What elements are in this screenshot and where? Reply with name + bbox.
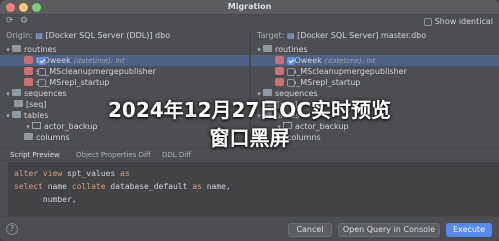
origin-row-signature: (datetime): int bbox=[73, 57, 125, 65]
target-row-label: sp_MSrepl_startup bbox=[287, 78, 361, 87]
target-row-checkbox[interactable] bbox=[287, 79, 295, 87]
code-line: select name collate database_default as … bbox=[14, 182, 231, 191]
cancel-button[interactable]: Cancel bbox=[288, 223, 332, 237]
target-row-label: sp_MScleanupmergepublisher bbox=[287, 67, 407, 76]
origin-tree-row[interactable]: ▾ routines bbox=[0, 44, 249, 55]
target-tree-row[interactable]: ▾ routines bbox=[251, 44, 499, 55]
headline-line-1: 2024年12月27日OC实时预览 bbox=[107, 98, 391, 122]
target-tree-row[interactable]: sp_MSrepl_startup bbox=[251, 77, 499, 88]
target-value[interactable]: [Docker SQL Server] master.dbo bbox=[297, 31, 426, 40]
origin-tree-row[interactable]: ISOweek (datetime): int bbox=[0, 55, 249, 66]
help-icon[interactable]: ? bbox=[6, 223, 18, 235]
origin-row-checkbox[interactable] bbox=[38, 57, 46, 65]
origin-db-icon: ▤ bbox=[35, 31, 43, 40]
origin-row-label: sp_MSrepl_startup bbox=[36, 78, 110, 87]
target-tree-row[interactable]: sp_MScleanupmergepublisher bbox=[251, 66, 499, 77]
origin-row-label: routines bbox=[24, 45, 57, 54]
code-line: alter view spt_values as bbox=[14, 169, 130, 178]
target-row-checkbox[interactable] bbox=[287, 57, 295, 65]
tab-script-preview[interactable]: Script Preview bbox=[10, 151, 60, 159]
target-label: Target: bbox=[257, 31, 285, 40]
title-bar: Migration bbox=[0, 0, 499, 15]
origin-label: Origin: bbox=[6, 31, 33, 40]
origin-row-checkbox[interactable] bbox=[38, 68, 46, 76]
origin-row-label: sp_MScleanupmergepublisher bbox=[36, 67, 156, 76]
origin-value[interactable]: [Docker SQL Server (DDL)] dbo bbox=[46, 31, 171, 40]
refresh-icon[interactable]: ⟳ bbox=[6, 16, 14, 26]
open-query-button[interactable]: Open Query in Console bbox=[338, 223, 440, 237]
settings-icon[interactable]: ⚙ bbox=[20, 16, 28, 26]
function-icon bbox=[275, 77, 284, 86]
origin-tree-row[interactable]: sp_MScleanupmergepublisher bbox=[0, 66, 249, 77]
origin-header: Origin: ▤ [Docker SQL Server (DDL)] dbo bbox=[6, 31, 170, 43]
target-row-label: routines bbox=[275, 45, 308, 54]
origin-tree-row[interactable]: sp_MSrepl_startup bbox=[0, 77, 249, 88]
function-icon bbox=[24, 77, 33, 86]
execute-button[interactable]: Execute bbox=[446, 223, 492, 237]
function-icon bbox=[24, 66, 33, 75]
folder-icon bbox=[12, 45, 21, 52]
tab-ddl-diff[interactable]: DDL Diff bbox=[162, 151, 191, 159]
function-icon bbox=[275, 55, 284, 64]
function-icon bbox=[275, 66, 284, 75]
target-row-signature: (datetime): int bbox=[324, 57, 376, 65]
target-row-checkbox[interactable] bbox=[287, 68, 295, 76]
function-icon bbox=[24, 55, 33, 64]
window-title: Migration bbox=[227, 2, 272, 11]
origin-row-checkbox[interactable] bbox=[38, 79, 46, 87]
target-tree-row[interactable]: ISOweek (datetime): int bbox=[251, 55, 499, 66]
folder-icon bbox=[263, 45, 272, 52]
script-editor[interactable]: alter view spt_values as select name coll… bbox=[0, 162, 499, 216]
target-db-icon: ▤ bbox=[287, 31, 295, 40]
show-identical-checkbox[interactable] bbox=[423, 17, 432, 26]
target-header: Target: ▤ [Docker SQL Server] master.dbo bbox=[257, 31, 426, 43]
show-identical-toggle[interactable]: Show identical bbox=[423, 17, 493, 26]
toolbar: ⟳ ⚙ Show identical bbox=[0, 15, 499, 29]
tab-object-properties-diff[interactable]: Object Properties Diff bbox=[76, 151, 151, 159]
show-identical-label: Show identical bbox=[434, 17, 493, 26]
dialog-footer: ? Cancel Open Query in Console Execute bbox=[0, 216, 499, 241]
headline-line-2: 窗口黑屏 bbox=[209, 126, 290, 150]
code-line: number, bbox=[14, 195, 77, 204]
